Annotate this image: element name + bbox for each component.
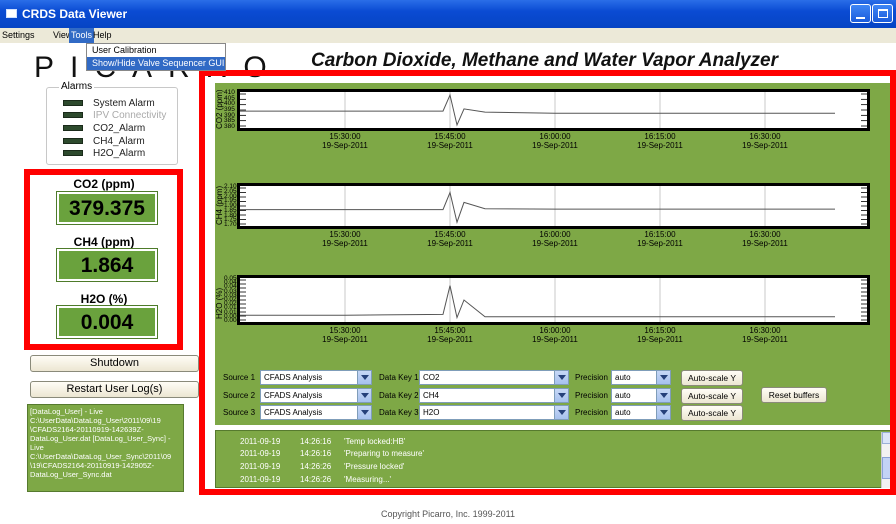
menu-item-valve-sequencer[interactable]: Show/Hide Valve Sequencer GUI xyxy=(87,57,225,70)
minimize-button[interactable] xyxy=(850,4,871,23)
highlight-box-plots xyxy=(199,70,896,495)
led-indicator xyxy=(63,125,83,131)
menu-item-user-calibration[interactable]: User Calibration xyxy=(87,44,225,57)
led-indicator xyxy=(63,112,83,118)
page-title: Carbon Dioxide, Methane and Water Vapor … xyxy=(311,50,779,71)
alarms-legend: Alarms xyxy=(59,81,95,92)
led-indicator xyxy=(63,138,83,144)
menu-settings[interactable]: Settings xyxy=(2,30,35,40)
window-title: CRDS Data Viewer xyxy=(22,7,128,21)
menu-tools[interactable]: Tools xyxy=(69,28,95,43)
tools-dropdown: User Calibration Show/Hide Valve Sequenc… xyxy=(86,43,226,71)
alarms-group: Alarms System Alarm IPV Connectivity CO2… xyxy=(46,81,178,165)
led-indicator xyxy=(63,100,83,106)
copyright: Copyright Picarro, Inc. 1999-2011 xyxy=(381,509,515,519)
led-indicator xyxy=(63,150,83,156)
shutdown-button[interactable]: Shutdown xyxy=(30,355,199,372)
highlight-box-readings xyxy=(24,169,183,350)
menu-help[interactable]: Help xyxy=(93,30,112,40)
title-bar: CRDS Data Viewer xyxy=(0,0,896,28)
log-info-box: [DataLog_User] - Live C:\UserData\DataLo… xyxy=(27,404,184,492)
restart-user-log-button[interactable]: Restart User Log(s) xyxy=(30,381,199,398)
maximize-button[interactable] xyxy=(872,4,893,23)
menu-bar: Settings View Tools Help xyxy=(0,28,896,43)
app-icon xyxy=(6,9,17,18)
